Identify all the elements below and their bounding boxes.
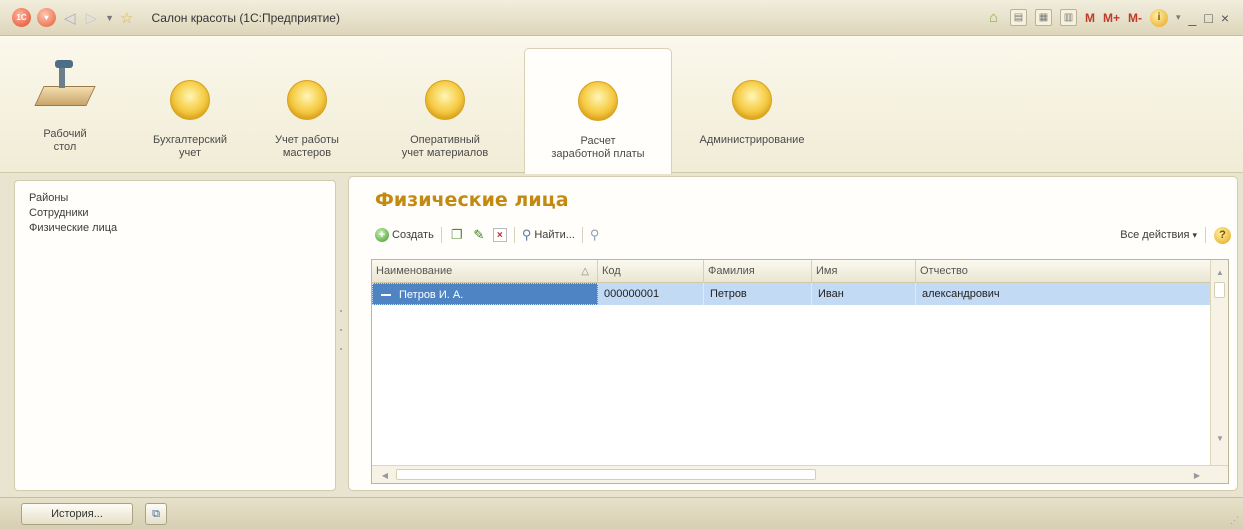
individuals-table: Наименование △ Код Фамилия Имя Отчество … bbox=[371, 259, 1229, 484]
page-title: Физические лица bbox=[375, 189, 569, 211]
section-label: стол bbox=[53, 141, 77, 153]
calculator-icon[interactable]: ▦ bbox=[1035, 9, 1052, 26]
delete-button[interactable]: × bbox=[492, 228, 507, 242]
memory-plus-button[interactable]: M+ bbox=[1103, 11, 1120, 25]
section-icon bbox=[425, 80, 465, 120]
cancel-search-icon: ⚲ bbox=[589, 227, 600, 242]
history-dropdown-icon[interactable]: ▼ bbox=[105, 13, 114, 23]
horizontal-scrollbar[interactable]: ◀ ▶ bbox=[372, 465, 1228, 483]
section-administration[interactable]: Администрирование bbox=[680, 50, 824, 172]
column-header-firstname[interactable]: Имя bbox=[812, 260, 916, 283]
navigation-panel: Районы Сотрудники Физические лица bbox=[14, 180, 336, 491]
close-button[interactable]: × bbox=[1221, 10, 1229, 26]
column-header-name[interactable]: Наименование △ bbox=[372, 260, 598, 283]
section-label: Рабочий bbox=[43, 128, 87, 140]
memory-minus-button[interactable]: M- bbox=[1128, 11, 1142, 25]
delete-icon: × bbox=[492, 228, 507, 242]
section-label: Администрирование bbox=[699, 134, 805, 146]
nav-item-employees[interactable]: Сотрудники bbox=[29, 206, 335, 221]
cell-firstname[interactable]: Иван bbox=[812, 283, 916, 305]
section-accounting[interactable]: Бухгалтерский учет bbox=[140, 50, 240, 172]
scroll-thumb[interactable] bbox=[396, 469, 816, 480]
info-dropdown-icon[interactable]: ▾ bbox=[1176, 12, 1181, 23]
create-label: Создать bbox=[392, 229, 434, 241]
forward-arrow-icon[interactable]: ▷ bbox=[84, 9, 100, 27]
section-label: Учет работы bbox=[275, 134, 339, 146]
sections-panel: Рабочий стол Бухгалтерский учет Учет раб… bbox=[0, 36, 1243, 174]
cell-code[interactable]: 000000001 bbox=[598, 283, 704, 305]
section-icon bbox=[170, 80, 210, 120]
section-masters-work[interactable]: Учет работы мастеров bbox=[262, 50, 352, 172]
favorites-star-icon[interactable]: ☆ bbox=[120, 9, 133, 27]
section-icon bbox=[578, 81, 618, 121]
app-logo-icon[interactable]: 1С bbox=[12, 8, 31, 27]
scroll-left-icon[interactable]: ◀ bbox=[376, 466, 394, 484]
copy-button[interactable]: ❐ bbox=[449, 227, 465, 243]
section-label: Оперативный bbox=[410, 134, 480, 146]
table-row[interactable]: Петров И. А. 000000001 Петров Иван алекс… bbox=[372, 283, 1210, 305]
section-icon bbox=[732, 80, 772, 120]
main-panel: Физические лица + Создать ❐ ✎ × ⚲ Найти.… bbox=[348, 176, 1238, 491]
help-icon[interactable]: ? bbox=[1214, 226, 1231, 244]
scroll-down-icon[interactable]: ▼ bbox=[1211, 430, 1229, 446]
scroll-right-icon[interactable]: ▶ bbox=[1188, 466, 1206, 484]
panel-splitter[interactable] bbox=[338, 310, 344, 350]
create-button[interactable]: + Создать bbox=[375, 228, 434, 242]
back-arrow-icon[interactable]: ◁ bbox=[62, 9, 78, 27]
minimize-button[interactable]: _ bbox=[1189, 10, 1197, 26]
plus-icon: + bbox=[375, 228, 389, 242]
section-label: учет материалов bbox=[401, 147, 489, 159]
all-actions-label: Все действия bbox=[1120, 229, 1190, 241]
row-marker-icon bbox=[381, 294, 391, 297]
status-bar: История... ⧉ ⋰ bbox=[0, 497, 1243, 529]
section-label: заработной платы bbox=[551, 148, 645, 160]
copy-icon: ❐ bbox=[450, 227, 463, 242]
restore-button[interactable]: □ bbox=[1204, 10, 1212, 26]
window-title: Салон красоты (1С:Предприятие) bbox=[151, 10, 340, 25]
section-label: мастеров bbox=[282, 147, 332, 159]
section-icon bbox=[287, 80, 327, 120]
column-header-code[interactable]: Код bbox=[598, 260, 704, 283]
info-icon[interactable]: i bbox=[1150, 8, 1169, 27]
search-icon: ⚲ bbox=[521, 227, 532, 242]
section-label: Расчет bbox=[580, 135, 616, 147]
scroll-up-icon[interactable]: ▲ bbox=[1211, 264, 1229, 280]
command-bar: + Создать ❐ ✎ × ⚲ Найти... ⚲ Все действи… bbox=[375, 224, 1231, 246]
calendar-icon[interactable]: ▥ bbox=[1060, 9, 1077, 26]
cell-surname[interactable]: Петров bbox=[704, 283, 812, 305]
home-icon[interactable]: ⌂ bbox=[985, 9, 1002, 26]
section-desktop[interactable]: Рабочий стол bbox=[30, 50, 100, 172]
resize-grip-icon[interactable]: ⋰ bbox=[1230, 515, 1239, 526]
cancel-search-button[interactable]: ⚲ bbox=[590, 227, 600, 243]
windows-icon[interactable]: ⧉ bbox=[145, 503, 167, 525]
find-label: Найти... bbox=[534, 229, 575, 241]
find-button[interactable]: ⚲ Найти... bbox=[522, 227, 575, 243]
nav-item-individuals[interactable]: Физические лица bbox=[29, 221, 335, 236]
print-icon[interactable]: ▤ bbox=[1010, 9, 1027, 26]
section-label: Бухгалтерский bbox=[152, 134, 228, 146]
edit-button[interactable]: ✎ bbox=[471, 227, 487, 243]
nav-item-districts[interactable]: Районы bbox=[29, 191, 335, 206]
pencil-icon: ✎ bbox=[473, 227, 485, 242]
history-button[interactable]: История... bbox=[21, 503, 133, 525]
section-label: учет bbox=[178, 147, 202, 159]
scroll-thumb[interactable] bbox=[1214, 282, 1225, 298]
desk-icon bbox=[34, 60, 96, 116]
main-menu-button[interactable]: ▾ bbox=[37, 8, 56, 27]
section-materials[interactable]: Оперативный учет материалов bbox=[375, 50, 515, 172]
cell-patronymic[interactable]: александрович bbox=[916, 283, 1210, 305]
cell-name[interactable]: Петров И. А. bbox=[372, 283, 598, 305]
chevron-down-icon: ▾ bbox=[1192, 229, 1197, 240]
column-header-patronymic[interactable]: Отчество bbox=[916, 260, 1210, 283]
title-bar: 1С ▾ ◁ ▷ ▼ ☆ Салон красоты (1С:Предприят… bbox=[0, 0, 1243, 36]
vertical-scrollbar[interactable]: ▲ ▼ bbox=[1210, 260, 1228, 466]
all-actions-menu[interactable]: Все действия ▾ bbox=[1120, 229, 1197, 241]
memory-m-button[interactable]: M bbox=[1085, 11, 1095, 25]
sort-asc-icon: △ bbox=[581, 266, 589, 277]
section-payroll[interactable]: Расчет заработной платы bbox=[524, 48, 672, 174]
table-header: Наименование △ Код Фамилия Имя Отчество bbox=[372, 260, 1210, 283]
column-header-surname[interactable]: Фамилия bbox=[704, 260, 812, 283]
